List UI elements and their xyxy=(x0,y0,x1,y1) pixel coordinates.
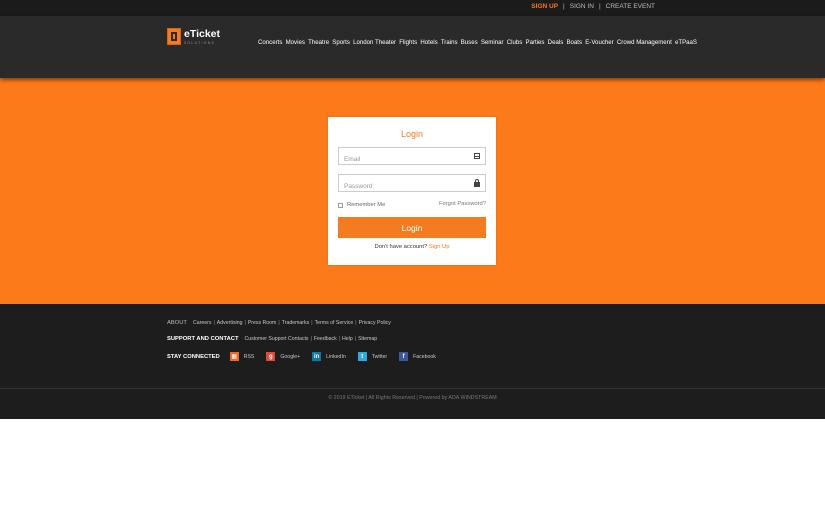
password-field-wrapper xyxy=(338,174,486,195)
link-separator: | xyxy=(338,336,341,342)
nav-item-crowd-management[interactable]: Crowd Management xyxy=(617,39,672,46)
support-link[interactable]: Customer Support Contacts xyxy=(245,336,309,342)
separator: | xyxy=(598,3,601,10)
account-links: SIGN UP | SIGN IN | CREATE EVENT xyxy=(531,3,655,10)
site-header: eTicket SOLUTIONS Concerts Movies Theatre S… xyxy=(0,16,825,78)
brand-tagline: SOLUTIONS xyxy=(184,40,216,45)
about-label: ABOUT xyxy=(167,320,187,326)
nav-item-etpaas[interactable]: eTPaaS xyxy=(675,39,697,46)
rss-icon: ▦ xyxy=(229,352,239,361)
link-separator: | xyxy=(244,320,246,326)
nav-item-buses[interactable]: Buses xyxy=(461,39,478,46)
stay-connected-label: STAY CONNECTED xyxy=(167,353,220,360)
nav-item-parties[interactable]: Parties xyxy=(526,39,545,46)
brand-logo[interactable]: eTicket SOLUTIONS xyxy=(167,28,220,45)
password-field[interactable] xyxy=(339,178,469,195)
footer-divider xyxy=(0,388,825,389)
about-link[interactable]: Trademarks xyxy=(282,320,309,326)
link-separator: | xyxy=(355,320,357,326)
create-event-link[interactable]: CREATE EVENT xyxy=(606,3,655,10)
signup-link-card[interactable]: Sign Up xyxy=(429,244,450,250)
facebook-icon: f xyxy=(399,352,409,361)
nav-item-clubs[interactable]: Clubs xyxy=(507,39,523,46)
nav-item-flights[interactable]: Flights xyxy=(399,39,417,46)
login-title: Login xyxy=(400,129,424,139)
social-link-google-[interactable]: g Google+ xyxy=(266,352,300,361)
nav-item-trains[interactable]: Trains xyxy=(441,39,458,46)
no-account-label: Don't have account? xyxy=(374,244,428,250)
social-link-linkedin[interactable]: in LinkedIn xyxy=(312,352,346,361)
support-row: SUPPORT AND CONTACT Customer Support Con… xyxy=(167,336,377,342)
login-button[interactable]: Login xyxy=(338,217,486,238)
ticket-logo-icon xyxy=(167,28,181,45)
support-label: SUPPORT AND CONTACT xyxy=(167,336,239,342)
email-field-wrapper xyxy=(338,147,486,168)
social-label: Facebook xyxy=(413,353,436,360)
about-row: ABOUT Careers | Advertising | Press Room | Tra… xyxy=(167,320,391,326)
signin-link[interactable]: SIGN IN xyxy=(570,3,594,10)
social-label: Google+ xyxy=(280,353,301,360)
separator: | xyxy=(563,3,565,10)
link-separator: | xyxy=(310,336,312,342)
link-separator: | xyxy=(213,320,215,326)
nav-item-hotels[interactable]: Hotels xyxy=(420,39,437,46)
lock-icon xyxy=(474,179,480,187)
support-link[interactable]: Feedback xyxy=(314,336,337,342)
google-plus-icon: g xyxy=(266,352,276,361)
nav-item-london-theater[interactable]: London Theater xyxy=(353,39,396,46)
brand-name: eTicket xyxy=(184,27,220,40)
support-link[interactable]: Help xyxy=(342,336,353,342)
forgot-password-link[interactable]: Forgot Password? xyxy=(439,201,486,207)
about-link[interactable]: Terms of Service xyxy=(315,320,354,326)
social-link-facebook[interactable]: f Facebook xyxy=(399,352,436,361)
main-nav: Concerts Movies Theatre Sports London Theate… xyxy=(258,33,697,52)
nav-item-e-voucher[interactable]: E-Voucher xyxy=(585,39,613,46)
social-label: LinkedIn xyxy=(326,353,346,360)
about-link[interactable]: Careers xyxy=(193,320,211,326)
social-label: RSS xyxy=(243,353,255,360)
remember-label: Remember Me xyxy=(347,202,386,208)
signup-link[interactable]: SIGN UP xyxy=(531,3,558,10)
no-account-text: Don't have account? Sign Up xyxy=(328,244,496,250)
link-separator: | xyxy=(278,320,280,326)
social-link-rss[interactable]: ▦ RSS xyxy=(229,352,255,361)
remember-me[interactable]: Remember Me xyxy=(338,202,385,208)
support-link[interactable]: Sitemap xyxy=(358,336,377,342)
about-link[interactable]: Advertising xyxy=(217,320,243,326)
copyright: © 2019 ETicket | All Rights Reserved | P… xyxy=(328,395,497,401)
nav-item-theatre[interactable]: Theatre xyxy=(308,39,329,46)
about-link[interactable]: Press Room xyxy=(248,320,277,326)
top-bar: SIGN UP | SIGN IN | CREATE EVENT xyxy=(0,0,825,16)
remember-checkbox[interactable] xyxy=(338,202,343,208)
link-separator: | xyxy=(311,320,313,326)
social-link-twitter[interactable]: t Twitter xyxy=(357,352,388,361)
login-card: Login Remember Me Forgot Password? Login… xyxy=(328,117,496,265)
social-row: STAY CONNECTED ▦ RSS g Google+ in LinkedIn t Tw… xyxy=(167,352,448,361)
link-separator: | xyxy=(354,336,357,342)
linkedin-icon: in xyxy=(312,352,322,361)
email-field[interactable] xyxy=(339,151,469,168)
social-label: Twitter xyxy=(371,353,388,360)
envelope-icon xyxy=(474,153,480,159)
nav-item-sports[interactable]: Sports xyxy=(332,39,350,46)
nav-item-seminar[interactable]: Seminar xyxy=(481,39,504,46)
about-link[interactable]: Privacy Policy xyxy=(359,320,391,326)
nav-item-boats[interactable]: Boats xyxy=(566,39,582,46)
nav-item-concerts[interactable]: Concerts xyxy=(258,39,282,46)
nav-item-deals[interactable]: Deals xyxy=(548,39,564,46)
site-footer: ABOUT Careers | Advertising | Press Room | Tra… xyxy=(0,304,825,419)
twitter-icon: t xyxy=(357,352,367,361)
nav-item-movies[interactable]: Movies xyxy=(286,39,305,46)
